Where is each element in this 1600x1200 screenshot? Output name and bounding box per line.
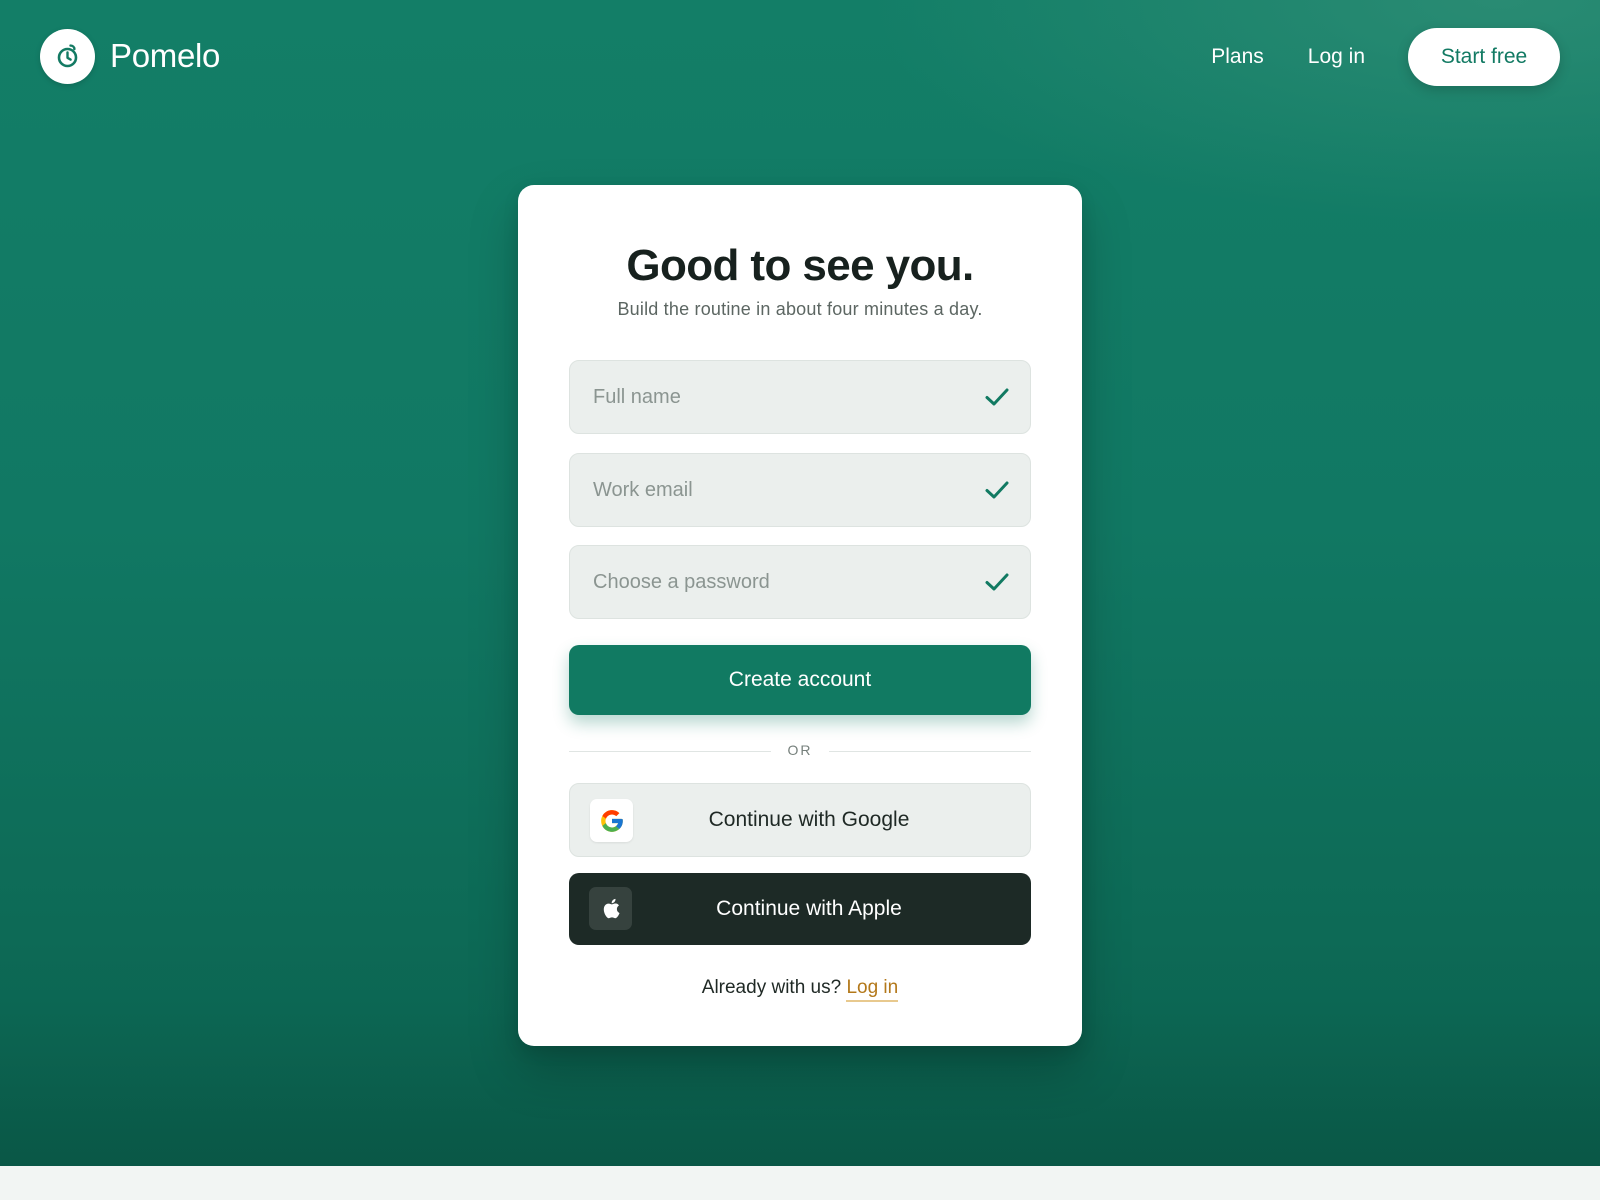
password-input[interactable] xyxy=(570,546,1030,618)
apple-button-label: Continue with Apple xyxy=(716,897,902,920)
create-account-button[interactable]: Create account xyxy=(569,645,1031,715)
divider-line-right xyxy=(829,751,1031,752)
google-button-label: Continue with Google xyxy=(708,808,910,831)
check-icon xyxy=(985,481,1009,499)
google-icon xyxy=(600,809,623,832)
work-email-field xyxy=(569,453,1031,527)
check-icon xyxy=(985,388,1009,406)
apple-icon xyxy=(603,898,619,919)
divider-label: OR xyxy=(787,742,813,758)
google-icon-badge xyxy=(590,799,633,842)
brand-logo xyxy=(40,28,95,84)
full-name-field xyxy=(569,360,1031,434)
login-prompt-text: Already with us? xyxy=(701,977,842,998)
nav-link-login[interactable]: Log in xyxy=(1308,45,1365,69)
full-name-input[interactable] xyxy=(570,361,1030,433)
brand-name: Pomelo xyxy=(110,37,221,74)
continue-with-apple-button[interactable]: Continue with Apple xyxy=(569,873,1031,945)
card-subtitle: Build the routine in about four minutes … xyxy=(617,299,983,319)
login-link[interactable]: Log in xyxy=(846,977,899,1002)
work-email-input[interactable] xyxy=(570,454,1030,526)
password-field xyxy=(569,545,1031,619)
login-prompt: Already with us? Log in xyxy=(518,977,1082,1002)
apple-icon-badge xyxy=(589,887,632,930)
top-nav: Pomelo Plans Log in Start free xyxy=(40,28,1560,86)
nav-link-plans[interactable]: Plans xyxy=(1211,45,1264,69)
start-free-button[interactable]: Start free xyxy=(1408,28,1560,86)
continue-with-google-button[interactable]: Continue with Google xyxy=(569,783,1031,857)
signup-card: Good to see you. Build the routine in ab… xyxy=(518,185,1082,1046)
stopwatch-icon xyxy=(57,44,77,68)
page-footer-strip xyxy=(0,1166,1600,1200)
brand[interactable]: Pomelo xyxy=(40,28,220,84)
or-divider: OR xyxy=(569,741,1031,761)
nav-links: Plans Log in Start free xyxy=(1211,28,1560,86)
check-icon xyxy=(985,573,1009,591)
card-title: Good to see you. xyxy=(626,241,974,290)
